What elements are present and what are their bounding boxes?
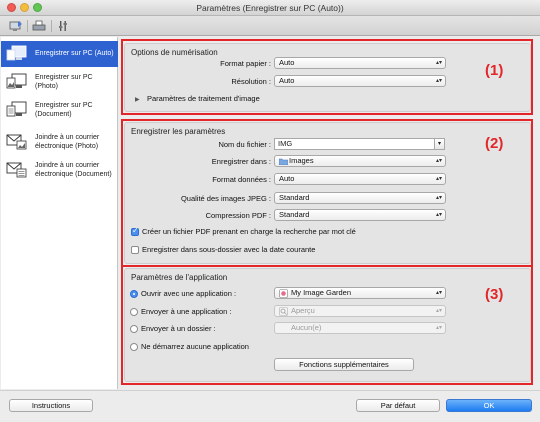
send-to-app-value: Aperçu [291,306,315,315]
email-document-icon [6,162,27,178]
send-to-folder-radio[interactable] [130,325,138,333]
scan-from-operation-panel-tab[interactable] [29,18,49,34]
updown-arrows-icon: ▴▾ [435,325,442,331]
updown-arrows-icon: ▴▾ [435,290,442,296]
resolution-label: Résolution : [231,77,271,86]
instructions-button[interactable]: Instructions [9,399,93,412]
tools-icon [59,21,67,31]
updown-arrows-icon: ▴▾ [435,308,442,314]
scanner-icon [32,20,46,31]
pdf-compression-select[interactable]: Standard ▴▾ [274,209,446,221]
sidebar-item-label: Enregistrer sur PC (Document) [35,102,93,118]
updown-arrows-icon: ▴▾ [435,60,442,66]
no-app-radio[interactable] [130,343,138,351]
send-to-folder-select[interactable]: Aucun(e) ▴▾ [274,322,446,334]
sidebar-item-save-pc-photo[interactable]: Enregistrer sur PC (Photo) [1,69,118,95]
no-app-label: Ne démarrez aucune application [141,342,249,351]
save-to-pc-auto-icon [6,45,27,61]
send-to-folder-label: Envoyer à un dossier : [141,324,216,333]
save-in-label: Enregistrer dans : [211,157,271,166]
pdf-compression-label: Compression PDF : [205,211,271,220]
open-with-app-label: Ouvrir avec une application : [141,289,237,298]
updown-arrows-icon: ▴▾ [435,78,442,84]
searchable-pdf-checkbox[interactable] [131,226,139,236]
annotation-marker-3: (3) [485,286,504,303]
data-format-select[interactable]: Auto ▴▾ [274,173,446,185]
image-processing-settings-toggle[interactable]: Paramètres de traitement d'image [147,94,260,103]
sidebar-item-email-photo[interactable]: Joindre à un courrier électronique (Phot… [1,129,118,155]
scan-to-pc-icon [9,21,22,31]
save-to-pc-photo-icon [6,73,27,89]
searchable-pdf-label: Créer un fichier PDF prenant en charge l… [142,227,356,236]
paper-size-label: Format papier : [220,59,271,68]
send-to-app-select[interactable]: Aperçu ▴▾ [274,305,446,317]
date-subfolder-checkbox[interactable] [131,246,139,254]
paper-size-value: Auto [279,58,295,67]
scan-from-computer-tab[interactable] [6,18,26,34]
send-to-app-label: Envoyer à une application : [141,307,232,316]
open-with-app-select[interactable]: My Image Garden ▴▾ [274,287,446,299]
footer-bar: Instructions Par défaut OK [0,390,540,422]
sidebar-item-save-pc-document[interactable]: Enregistrer sur PC (Document) [1,97,118,123]
window-title: Paramètres (Enregistrer sur PC (Auto)) [196,3,344,13]
resolution-value: Auto [279,76,295,85]
send-to-folder-value: Aucun(e) [291,323,322,332]
default-button[interactable]: Par défaut [356,399,440,412]
open-with-app-radio[interactable] [130,290,138,298]
updown-arrows-icon: ▴▾ [435,212,442,218]
pdf-compression-value: Standard [279,210,310,219]
date-subfolder-label: Enregistrer dans sous-dossier avec la da… [142,245,316,254]
jpeg-quality-label: Qualité des images JPEG : [180,194,271,203]
sidebar-item-email-document[interactable]: Joindre à un courrier électronique (Docu… [1,157,118,183]
sidebar-item-label: Enregistrer sur PC (Photo) [35,74,93,90]
folder-icon [279,158,288,165]
data-format-label: Format données : [212,175,271,184]
title-bar: Paramètres (Enregistrer sur PC (Auto)) [0,0,540,16]
app-settings-title: Paramètres de l'application [131,273,228,282]
updown-arrows-icon: ▴▾ [435,195,442,201]
sidebar-item-label: Joindre à un courrier électronique (Phot… [35,134,100,150]
file-name-dropdown-button[interactable]: ▾ [435,138,445,150]
scan-options-title: Options de numérisation [131,48,218,57]
preview-app-icon [279,307,288,316]
general-settings-tab[interactable] [53,18,73,34]
resolution-select[interactable]: Auto ▴▾ [274,75,446,87]
open-with-app-value: My Image Garden [291,288,352,297]
jpeg-quality-value: Standard [279,193,310,202]
save-in-value: Images [289,156,314,165]
save-settings-title: Enregistrer les paramètres [131,127,226,136]
data-format-value: Auto [279,174,295,183]
file-name-input[interactable]: IMG [274,138,435,150]
ok-button[interactable]: OK [446,399,532,412]
send-to-app-radio[interactable] [130,308,138,316]
toolbar [0,16,540,36]
sidebar: Enregistrer sur PC (Auto) Enregistrer su… [1,37,118,389]
save-in-select[interactable]: Images ▴▾ [274,155,446,167]
save-to-pc-document-icon [6,101,27,117]
disclosure-triangle-icon[interactable]: ▶ [135,96,140,103]
annotation-marker-1: (1) [485,62,504,79]
sidebar-item-label: Enregistrer sur PC (Auto) [35,50,114,57]
my-image-garden-icon [279,289,288,298]
sidebar-item-label: Joindre à un courrier électronique (Docu… [35,162,112,178]
updown-arrows-icon: ▴▾ [435,158,442,164]
jpeg-quality-select[interactable]: Standard ▴▾ [274,192,446,204]
updown-arrows-icon: ▴▾ [435,176,442,182]
more-functions-button[interactable]: Fonctions supplémentaires [274,358,414,371]
sidebar-item-save-pc-auto[interactable]: Enregistrer sur PC (Auto) [1,41,118,67]
email-photo-icon [6,134,27,150]
file-name-label: Nom du fichier : [218,140,271,149]
paper-size-select[interactable]: Auto ▴▾ [274,57,446,69]
annotation-marker-2: (2) [485,135,504,152]
